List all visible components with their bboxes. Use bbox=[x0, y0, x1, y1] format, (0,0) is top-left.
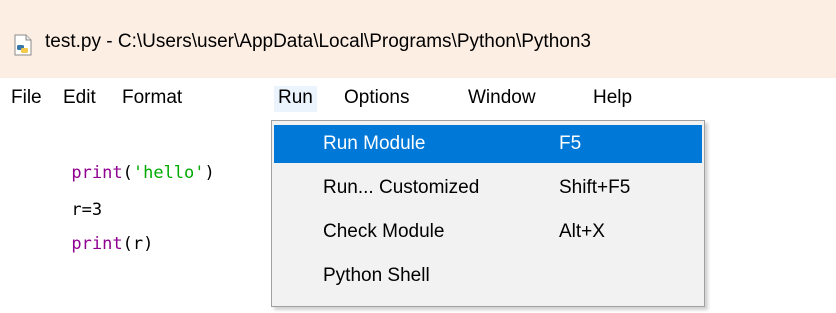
code-token: ) bbox=[204, 163, 215, 183]
code-line: print(r) bbox=[10, 211, 153, 254]
menu-item-label: Run Module bbox=[323, 133, 426, 154]
menu-item-shortcut: Shift+F5 bbox=[559, 177, 631, 198]
menu-file[interactable]: File bbox=[7, 86, 46, 112]
check-module-menu-item[interactable]: Check Module Alt+X bbox=[274, 213, 702, 251]
code-line: print('hello') bbox=[10, 140, 214, 183]
code-line: r=3 bbox=[10, 177, 102, 220]
builtin-token: print bbox=[71, 234, 123, 254]
menu-format[interactable]: Format bbox=[118, 86, 186, 112]
title-bar: test.py - C:\Users\user\AppData\Local\Pr… bbox=[0, 0, 836, 78]
idle-editor-window: test.py - C:\Users\user\AppData\Local\Pr… bbox=[0, 0, 836, 313]
code-token: ( bbox=[122, 163, 133, 183]
menu-window[interactable]: Window bbox=[464, 86, 540, 112]
menu-item-label: Check Module bbox=[323, 221, 445, 242]
run-customized-menu-item[interactable]: Run... Customized Shift+F5 bbox=[274, 169, 702, 207]
window-title: test.py - C:\Users\user\AppData\Local\Pr… bbox=[45, 31, 591, 52]
run-module-menu-item[interactable]: Run Module F5 bbox=[274, 125, 702, 163]
menu-edit[interactable]: Edit bbox=[59, 86, 100, 112]
menu-item-shortcut: Alt+X bbox=[559, 221, 605, 242]
menu-item-label: Python Shell bbox=[323, 265, 430, 286]
menu-item-shortcut: F5 bbox=[559, 133, 582, 154]
python-file-icon bbox=[13, 34, 33, 56]
menu-item-label: Run... Customized bbox=[323, 177, 480, 198]
menu-options[interactable]: Options bbox=[340, 86, 413, 112]
menu-help[interactable]: Help bbox=[589, 86, 636, 112]
code-token: (r) bbox=[122, 234, 154, 254]
string-token: 'hello' bbox=[132, 163, 205, 183]
run-menu-dropdown: Run Module F5 Run... Customized Shift+F5… bbox=[271, 120, 705, 307]
menu-run[interactable]: Run bbox=[274, 86, 317, 112]
menu-bar: File Edit Format Run Options Window Help bbox=[0, 78, 836, 120]
python-shell-menu-item[interactable]: Python Shell bbox=[274, 257, 702, 295]
